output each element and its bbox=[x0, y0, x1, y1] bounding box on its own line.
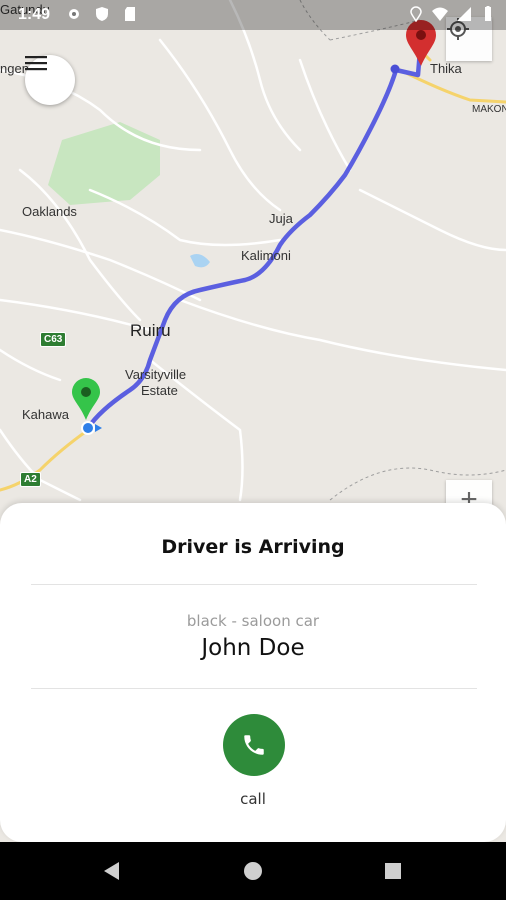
back-button[interactable] bbox=[97, 856, 127, 886]
home-icon bbox=[244, 862, 262, 880]
battery-icon bbox=[485, 6, 491, 21]
status-bar: 1:49 bbox=[0, 0, 506, 30]
divider bbox=[31, 688, 477, 689]
map-label-thika: Thika bbox=[430, 61, 462, 76]
home-button[interactable] bbox=[238, 856, 268, 886]
sd-card-icon bbox=[125, 7, 135, 21]
shield-icon bbox=[96, 7, 108, 21]
road-shield-c63: C63 bbox=[40, 332, 67, 347]
route-end-dot bbox=[390, 64, 400, 74]
recents-icon bbox=[385, 863, 401, 879]
recents-button[interactable] bbox=[378, 856, 408, 886]
map-label-makon: MAKON bbox=[472, 104, 506, 115]
call-label: call bbox=[240, 790, 266, 808]
current-location-dot bbox=[81, 421, 95, 435]
driver-arriving-sheet: Driver is Arriving black - saloon car Jo… bbox=[0, 503, 506, 842]
sheet-title: Driver is Arriving bbox=[161, 536, 345, 558]
cell-signal-icon bbox=[457, 7, 471, 21]
hamburger-menu-icon bbox=[25, 56, 47, 71]
map-label-kahawa: Kahawa bbox=[22, 407, 69, 422]
pickup-pin-icon[interactable] bbox=[72, 378, 100, 420]
road-shield-a2: A2 bbox=[20, 472, 41, 487]
call-button[interactable] bbox=[223, 714, 285, 776]
settings-icon bbox=[69, 9, 79, 19]
location-icon bbox=[410, 6, 422, 22]
phone-icon bbox=[244, 735, 264, 755]
status-time: 1:49 bbox=[18, 6, 51, 23]
map-label-juja: Juja bbox=[269, 211, 293, 226]
map-label-kalimoni: Kalimoni bbox=[241, 248, 291, 263]
wifi-icon bbox=[432, 7, 448, 21]
direction-arrow-icon bbox=[95, 424, 102, 432]
map-label-estate: Estate bbox=[141, 383, 178, 398]
system-nav-bar bbox=[0, 842, 506, 900]
park-area bbox=[48, 122, 160, 205]
car-description: black - saloon car bbox=[186, 612, 320, 630]
back-icon bbox=[104, 862, 119, 880]
water-area bbox=[190, 254, 210, 268]
menu-button[interactable] bbox=[25, 55, 75, 105]
map-label-ruiru: Ruiru bbox=[130, 321, 171, 340]
map-label-varsityville: Varsityville bbox=[125, 367, 187, 382]
divider bbox=[31, 584, 477, 585]
map-label-oaklands: Oaklands bbox=[22, 204, 77, 219]
driver-name: John Doe bbox=[201, 635, 305, 661]
